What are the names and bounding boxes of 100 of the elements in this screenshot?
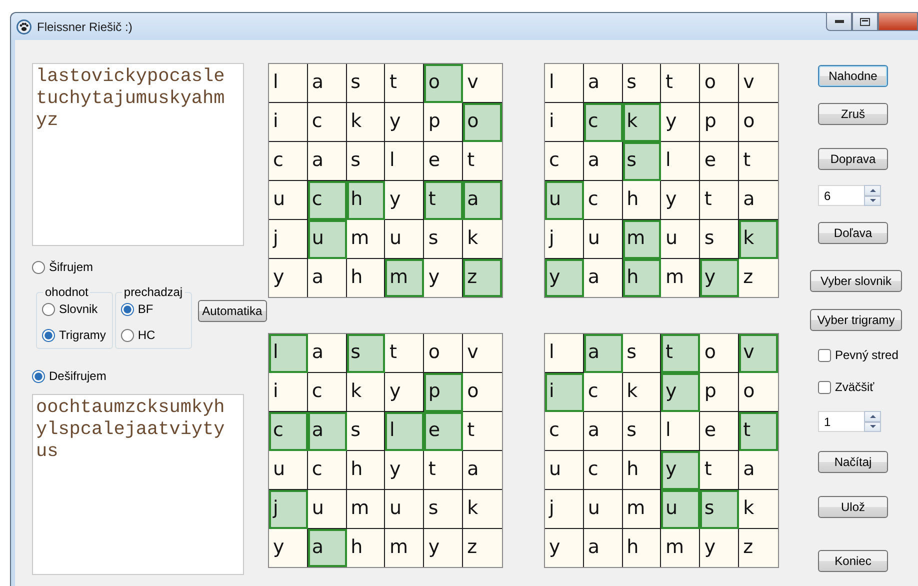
radio-label[interactable]: Dešifrujem: [49, 367, 106, 385]
grid-cell[interactable]: c: [308, 181, 347, 220]
grid-cell[interactable]: y: [269, 259, 308, 297]
grid-cell[interactable]: y: [545, 529, 584, 567]
number-field[interactable]: 6: [818, 185, 864, 206]
spin-down-button[interactable]: [864, 196, 881, 206]
grid-cell[interactable]: c: [584, 103, 623, 142]
grid-cell[interactable]: u: [661, 220, 700, 259]
grid-cell[interactable]: t: [739, 142, 778, 181]
grid-cell[interactable]: a: [308, 259, 347, 297]
grid-cell[interactable]: u: [545, 181, 584, 220]
grid-cell[interactable]: z: [739, 529, 778, 567]
checkbox[interactable]: [818, 348, 831, 362]
grid-cell[interactable]: a: [308, 529, 347, 567]
checkbox[interactable]: [818, 380, 831, 394]
grid-cell[interactable]: y: [424, 529, 464, 567]
radio-label[interactable]: Slovnik: [59, 300, 98, 318]
grid-cell[interactable]: i: [545, 373, 584, 412]
automatika-button[interactable]: Automatika: [198, 300, 267, 322]
grid-cell[interactable]: k: [739, 220, 778, 259]
grid-cell[interactable]: t: [661, 64, 700, 103]
maximize-button[interactable]: [852, 12, 878, 31]
grid-cell[interactable]: y: [385, 451, 424, 490]
grid-cell[interactable]: a: [308, 64, 347, 103]
grid-cell[interactable]: c: [308, 451, 347, 490]
checkbox-label[interactable]: Pevný stred: [835, 346, 898, 364]
grid-cell[interactable]: a: [463, 181, 502, 220]
grid-cell[interactable]: t: [463, 412, 502, 451]
grid-cell[interactable]: h: [622, 259, 662, 297]
grid-cell[interactable]: o: [424, 64, 464, 103]
push-button[interactable]: Vyber slovnik: [810, 270, 902, 292]
grid-cell[interactable]: j: [545, 490, 584, 529]
grid-cell[interactable]: y: [661, 373, 700, 412]
grid-cell[interactable]: y: [545, 259, 584, 297]
grid-cell[interactable]: s: [700, 490, 740, 529]
grid-cell[interactable]: c: [269, 142, 308, 181]
grid-cell[interactable]: j: [269, 490, 308, 529]
grid-cell[interactable]: l: [661, 142, 700, 181]
grid-cell[interactable]: m: [346, 220, 386, 259]
grid-cell[interactable]: u: [545, 451, 584, 490]
radio-label[interactable]: Šifrujem: [49, 258, 94, 276]
grid-cell[interactable]: v: [463, 334, 502, 373]
plaintext-field[interactable]: lastovickypocasletuchytajumuskyahmyz: [32, 63, 244, 246]
grid-cell[interactable]: h: [346, 529, 386, 567]
grid-cell[interactable]: k: [739, 490, 778, 529]
grid-cell[interactable]: p: [424, 373, 464, 412]
grid-cell[interactable]: y: [385, 103, 424, 142]
grid-cell[interactable]: t: [700, 181, 740, 220]
grid-cell[interactable]: a: [584, 334, 623, 373]
grid-cell[interactable]: l: [385, 412, 424, 451]
grid-cell[interactable]: k: [346, 103, 386, 142]
grid-cell[interactable]: s: [622, 412, 662, 451]
grid-cell[interactable]: z: [739, 259, 778, 297]
grid-cell[interactable]: a: [739, 451, 778, 490]
grid-cell[interactable]: c: [308, 103, 347, 142]
grid-cell[interactable]: u: [584, 490, 623, 529]
grid-cell[interactable]: y: [700, 529, 740, 567]
push-button[interactable]: Doprava: [818, 148, 888, 170]
grid-cell[interactable]: y: [661, 103, 700, 142]
grid-cell[interactable]: m: [346, 490, 386, 529]
radio-label[interactable]: HC: [138, 326, 156, 344]
push-button[interactable]: Načítaj: [818, 451, 888, 473]
minimize-button[interactable]: [826, 12, 852, 31]
grid-cell[interactable]: s: [346, 334, 386, 373]
grid-cell[interactable]: a: [584, 529, 623, 567]
grid-cell[interactable]: t: [424, 451, 464, 490]
grid-cell[interactable]: l: [385, 142, 424, 181]
push-button[interactable]: Nahodne: [818, 65, 888, 87]
grid-cell[interactable]: l: [269, 64, 308, 103]
grid-cell[interactable]: h: [346, 451, 386, 490]
grid-cell[interactable]: z: [463, 529, 502, 567]
number-field[interactable]: 1: [818, 411, 864, 432]
grid-cell[interactable]: v: [739, 64, 778, 103]
grid-cell[interactable]: z: [463, 259, 502, 297]
push-button[interactable]: Vyber trigramy: [810, 309, 902, 331]
grid-cell[interactable]: c: [584, 181, 623, 220]
push-button[interactable]: Koniec: [818, 550, 888, 572]
grid-cell[interactable]: u: [385, 490, 424, 529]
grid-cell[interactable]: t: [424, 181, 464, 220]
grid-cell[interactable]: l: [269, 334, 308, 373]
grid-cell[interactable]: a: [463, 451, 502, 490]
grid-cell[interactable]: k: [346, 373, 386, 412]
grid-cell[interactable]: o: [700, 64, 740, 103]
grid-cell[interactable]: s: [622, 142, 662, 181]
grid-cell[interactable]: c: [545, 412, 584, 451]
radio-button[interactable]: [42, 302, 55, 316]
radio-button[interactable]: [32, 260, 45, 274]
push-button[interactable]: Doľava: [818, 222, 888, 244]
grid-cell[interactable]: o: [463, 103, 502, 142]
grid-cell[interactable]: e: [700, 142, 740, 181]
grid-cell[interactable]: t: [385, 334, 424, 373]
radio-label[interactable]: BF: [138, 300, 154, 318]
grid-cell[interactable]: s: [424, 220, 464, 259]
grid-cell[interactable]: s: [424, 490, 464, 529]
grid-cell[interactable]: h: [622, 529, 662, 567]
grid-cell[interactable]: c: [269, 412, 308, 451]
grid-cell[interactable]: p: [700, 103, 740, 142]
grid-cell[interactable]: i: [269, 103, 308, 142]
grid-cell[interactable]: a: [584, 412, 623, 451]
spin-down-button[interactable]: [864, 422, 881, 432]
